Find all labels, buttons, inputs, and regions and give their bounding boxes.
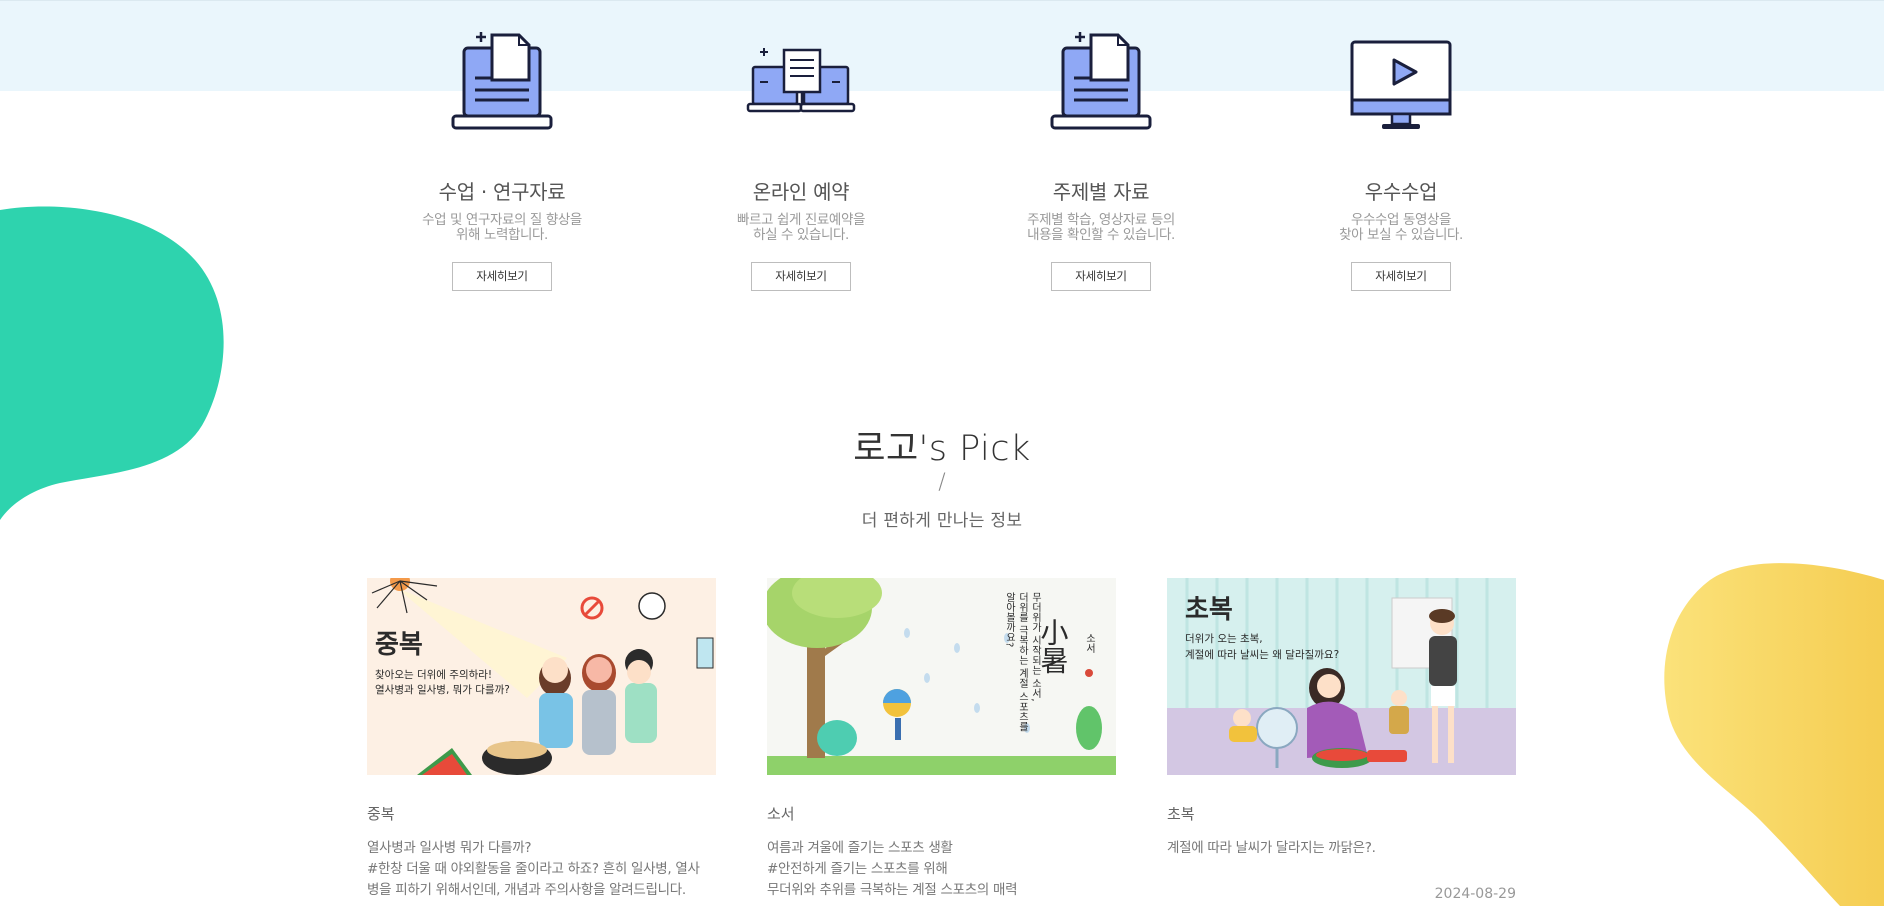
card-title[interactable]: 초복 bbox=[1167, 803, 1516, 824]
thumbnail-small-label: 소서 bbox=[1084, 633, 1096, 654]
pick-section-title: 로고's Pick bbox=[853, 429, 1031, 469]
service-detail-button[interactable]: 자세히보기 bbox=[1051, 262, 1151, 291]
service-description: 주제별 학습, 영상자료 등의 내용을 확인할 수 있습니다. bbox=[1027, 212, 1175, 243]
service-description: 빠르고 쉽게 진료예약을 하실 수 있습니다. bbox=[737, 212, 865, 243]
card-description-line: 병을 피하기 위해서인데, 개념과 주의사항을 알려드립니다. bbox=[367, 882, 686, 898]
pick-card-chobok[interactable]: 초복 더위가 오는 초복, 계절에 따라 날씨는 왜 달라질까요? 초복 계절에… bbox=[1167, 578, 1516, 902]
pick-card-jungbok[interactable]: 중복 찾아오는 더위에 주의하라! 열사병과 일사병, 뭐가 다를까? 중복 열… bbox=[367, 578, 716, 901]
service-title: 온라인 예약 bbox=[752, 180, 850, 204]
service-item-best-classes: 우수수업 우수수업 동영상을 찾아 보실 수 있습니다. 자세히보기 bbox=[1251, 30, 1551, 291]
laptop-document-icon bbox=[451, 32, 553, 130]
thumbnail-line: 더위가 오는 초복, bbox=[1185, 632, 1263, 645]
card-description: 계절에 따라 날씨가 달라지는 까닭은?. bbox=[1167, 838, 1516, 859]
thumbnail-line: 알아볼까요? bbox=[1004, 592, 1016, 648]
pick-divider: / bbox=[938, 470, 946, 495]
service-item-reservation: 온라인 예약 빠르고 쉽게 진료예약을 하실 수 있습니다. 자세히보기 bbox=[651, 30, 951, 291]
devices-document-icon bbox=[746, 48, 856, 113]
card-description-line: 열사병과 일사병 뭐가 다를까? bbox=[367, 840, 532, 856]
card-description: 여름과 겨울에 즐기는 스포츠 생활 #안전하게 즐기는 스포츠를 위해 무더위… bbox=[767, 838, 1116, 901]
thumbnail-line: 무더위가 시작되는 소서, bbox=[1030, 592, 1042, 702]
thumbnail-heading: 중복 bbox=[375, 630, 423, 660]
service-detail-button[interactable]: 자세히보기 bbox=[452, 262, 552, 291]
monitor-play-icon bbox=[1350, 40, 1452, 129]
card-description-line: #한창 더울 때 야외활동을 줄이라고 하죠? 흔히 일사병, 열사 bbox=[367, 861, 700, 877]
card-title[interactable]: 소서 bbox=[767, 803, 1116, 824]
service-description: 우수수업 동영상을 찾아 보실 수 있습니다. bbox=[1339, 212, 1463, 243]
service-title: 주제별 자료 bbox=[1052, 180, 1150, 204]
thumbnail-line: 더위를 극복하는 계절 스포츠를 bbox=[1017, 592, 1029, 732]
service-description: 수업 및 연구자료의 질 향상을 위해 노력합니다. bbox=[422, 212, 582, 243]
card-title[interactable]: 중복 bbox=[367, 803, 716, 824]
card-thumbnail-image[interactable]: 중복 찾아오는 더위에 주의하라! 열사병과 일사병, 뭐가 다를까? bbox=[367, 578, 716, 775]
card-description-line: #안전하게 즐기는 스포츠를 위해 bbox=[767, 861, 948, 877]
decorative-yellow-blob bbox=[1664, 563, 1884, 906]
thumbnail-line: 계절에 따라 날씨는 왜 달라질까요? bbox=[1185, 648, 1339, 661]
card-thumbnail-image[interactable]: 小暑 소서 무더위가 시작되는 소서, 더위를 극복하는 계절 스포츠를 알아볼… bbox=[767, 578, 1116, 775]
thumbnail-heading: 小暑 bbox=[1037, 618, 1070, 674]
service-detail-button[interactable]: 자세히보기 bbox=[1351, 262, 1451, 291]
card-description-line: 무더위와 추위를 극복하는 계절 스포츠의 매력 bbox=[767, 882, 1018, 898]
service-title: 수업 · 연구자료 bbox=[438, 180, 566, 204]
card-description: 열사병과 일사병 뭐가 다를까? #한창 더울 때 야외활동을 줄이라고 하죠?… bbox=[367, 838, 716, 901]
pick-card-soseo[interactable]: 小暑 소서 무더위가 시작되는 소서, 더위를 극복하는 계절 스포츠를 알아볼… bbox=[767, 578, 1116, 901]
service-detail-button[interactable]: 자세히보기 bbox=[751, 262, 851, 291]
thumbnail-line: 열사병과 일사병, 뭐가 다를까? bbox=[375, 683, 510, 696]
card-date: 2024-08-29 bbox=[1434, 886, 1516, 902]
service-item-research: 수업 · 연구자료 수업 및 연구자료의 질 향상을 위해 노력합니다. 자세히… bbox=[352, 30, 652, 291]
service-title: 우수수업 bbox=[1364, 180, 1438, 204]
laptop-document-icon bbox=[1050, 32, 1152, 130]
thumbnail-heading: 초복 bbox=[1185, 595, 1233, 625]
card-thumbnail-image[interactable]: 초복 더위가 오는 초복, 계절에 따라 날씨는 왜 달라질까요? bbox=[1167, 578, 1516, 775]
card-description-line: 여름과 겨울에 즐기는 스포츠 생활 bbox=[767, 840, 953, 856]
thumbnail-line: 찾아오는 더위에 주의하라! bbox=[375, 668, 492, 681]
card-description-line: 계절에 따라 날씨가 달라지는 까닭은?. bbox=[1167, 840, 1376, 856]
service-item-topics: 주제별 자료 주제별 학습, 영상자료 등의 내용을 확인할 수 있습니다. 자… bbox=[951, 30, 1251, 291]
pick-section-subtitle: 더 편하게 만나는 정보 bbox=[861, 511, 1023, 531]
